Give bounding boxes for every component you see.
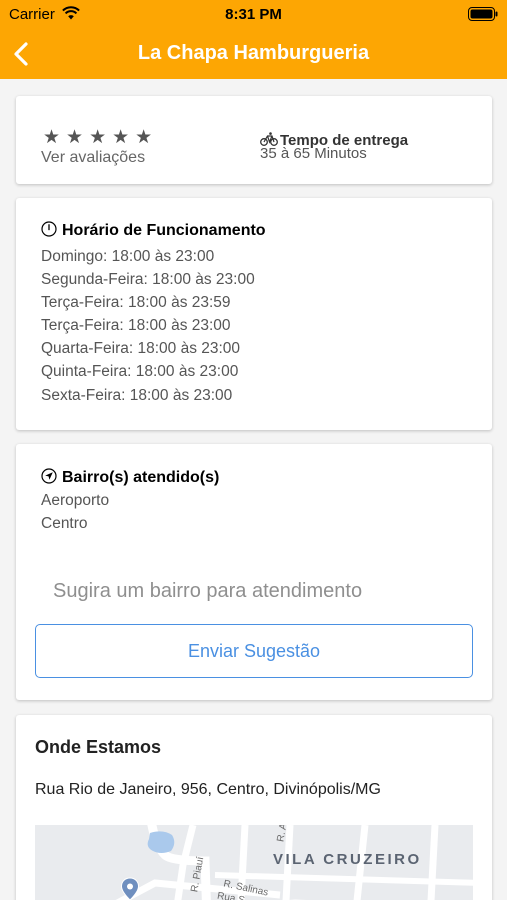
rating-delivery-card: ★★★★★ Ver avaliações Tempo de entrega 35… <box>16 96 492 184</box>
nav-bar: La Chapa Hamburgueria <box>0 30 507 79</box>
location-title: Onde Estamos <box>35 737 162 757</box>
hours-item: Quinta-Feira: 18:00 às 23:00 <box>41 363 239 381</box>
see-reviews-link[interactable]: Ver avaliações <box>41 149 145 167</box>
map-pin-icon[interactable] <box>120 877 140 900</box>
navigation-arrow-icon <box>41 468 57 484</box>
neighborhoods-list: Aeroporto Centro <box>41 489 109 535</box>
hours-item: Quarta-Feira: 18:00 às 23:00 <box>41 340 241 358</box>
opening-hours-card: Horário de Funcionamento Domingo: 18:00 … <box>16 198 492 430</box>
suggest-neighborhood-input[interactable] <box>53 575 473 607</box>
opening-hours-title: Horário de Funcionamento <box>62 222 266 239</box>
delivery-time-value: 35 à 65 Minutos <box>260 145 367 162</box>
map-district-label: VILA CRUZEIRO <box>273 851 422 868</box>
address-text: Rua Rio de Janeiro, 956, Centro, Divinóp… <box>35 781 381 798</box>
rating-stars: ★★★★★ <box>43 127 159 148</box>
location-card: Onde Estamos Rua Rio de Janeiro, 956, Ce… <box>16 715 492 900</box>
battery-icon <box>468 7 498 21</box>
opening-hours-list: Domingo: 18:00 às 23:00 Segunda-Feira: 1… <box>41 245 255 407</box>
clock-icon <box>41 221 57 237</box>
hours-item: Terça-Feira: 18:00 às 23:00 <box>41 317 231 335</box>
neighborhoods-title: Bairro(s) atendido(s) <box>62 469 220 486</box>
hours-item: Sexta-Feira: 18:00 às 23:00 <box>41 386 233 404</box>
hours-item: Domingo: 18:00 às 23:00 <box>41 248 215 265</box>
send-suggestion-button[interactable]: Enviar Sugestão <box>35 624 473 678</box>
neighborhoods-card: Bairro(s) atendido(s) Aeroporto Centro E… <box>16 444 492 700</box>
page-title: La Chapa Hamburgueria <box>137 42 370 64</box>
hours-item: Terça-Feira: 18:00 às 23:59 <box>41 294 231 312</box>
map-view[interactable]: VILA CRUZEIRO R. Piauí R. Salinas Rua S … <box>35 825 473 900</box>
neighborhood-item: Aeroporto <box>41 492 110 509</box>
status-bar: Carrier 8:31 PM <box>0 0 507 30</box>
bicycle-icon <box>260 132 278 146</box>
status-time: 8:31 PM <box>225 6 282 23</box>
neighborhood-item: Centro <box>41 515 88 532</box>
hours-item: Segunda-Feira: 18:00 às 23:00 <box>41 271 255 289</box>
